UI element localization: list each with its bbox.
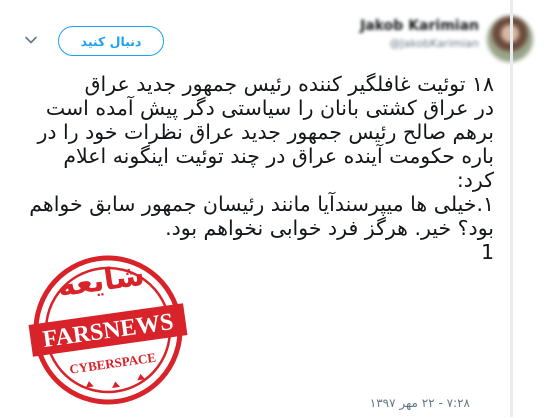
follow-button[interactable]: دنبال کنید bbox=[58, 26, 164, 56]
tweet-text: ۱۸ توئیت غافلگیر کننده رئیس جمهور جدید ع… bbox=[28, 72, 494, 264]
user-identity[interactable]: Jakob Karimian @JakobKarimian bbox=[360, 18, 479, 50]
farsnews-rumor-stamp: شایعه FARSNEWS CYBERSPACE bbox=[28, 242, 188, 414]
stamp-ornaments bbox=[85, 373, 146, 388]
stamp-top-text: شایعه bbox=[56, 258, 147, 305]
stamp-sub-text: CYBERSPACE bbox=[68, 350, 156, 377]
tweet-header: دنبال کنید Jakob Karimian @JakobKarimian bbox=[0, 0, 549, 70]
tweet-line-statement: برهم صالح رئیس جمهور جدید عراق نظرات خود… bbox=[37, 120, 494, 192]
tweet-line-item-1: ۱.خیلی ها میپرسندآیا مانند رئیسان جمهور … bbox=[29, 192, 494, 240]
tweet-card: دنبال کنید Jakob Karimian @JakobKarimian… bbox=[0, 0, 533, 417]
chevron-down-icon[interactable] bbox=[22, 31, 40, 49]
display-name[interactable]: Jakob Karimian bbox=[360, 18, 479, 34]
tweet-timestamp[interactable]: ۷:۲۸ - ۲۲ مهر ۱۳۹۷ bbox=[370, 396, 470, 410]
tweet-line-intro: در عراق کشتی بانان را سیاستی دگر پیش آمد… bbox=[45, 96, 494, 120]
tweet-line-title: ۱۸ توئیت غافلگیر کننده رئیس جمهور جدید ع… bbox=[84, 72, 494, 96]
timeline-divider bbox=[510, 0, 513, 417]
user-handle[interactable]: @JakobKarimian bbox=[360, 37, 480, 50]
